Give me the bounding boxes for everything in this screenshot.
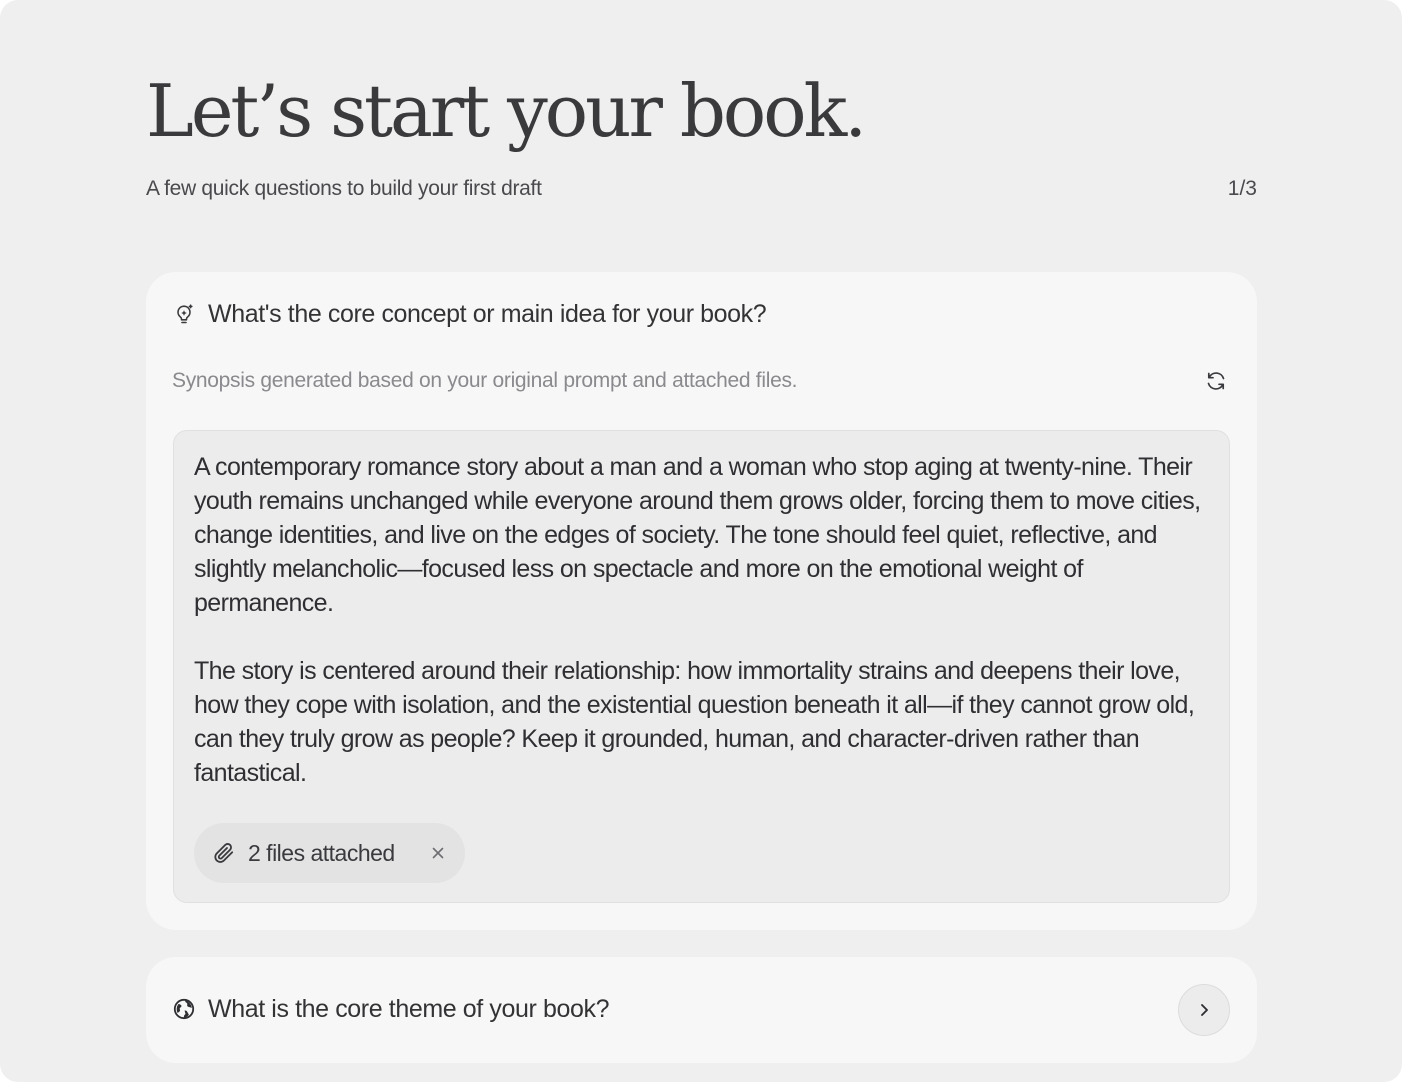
onboarding-page: Let’s start your book. A few quick quest… — [0, 0, 1402, 1082]
regenerate-button[interactable] — [1201, 366, 1231, 396]
synopsis-hint-row: Synopsis generated based on your origina… — [172, 366, 1231, 396]
refresh-icon — [1207, 372, 1225, 390]
synopsis-hint: Synopsis generated based on your origina… — [172, 369, 798, 392]
question-header[interactable]: What's the core concept or main idea for… — [172, 298, 767, 330]
attachments-chip[interactable]: 2 files attached — [194, 823, 465, 883]
chevron-right-icon — [1201, 1004, 1208, 1016]
paperclip-icon — [212, 841, 236, 865]
globe-icon — [172, 997, 196, 1021]
question-card-concept: What's the core concept or main idea for… — [146, 272, 1257, 930]
expand-question-button[interactable] — [1178, 984, 1230, 1036]
step-progress: 1/3 — [1227, 177, 1257, 200]
question-card-theme[interactable]: What is the core theme of your book? — [146, 957, 1257, 1063]
question-text: What is the core theme of your book? — [208, 995, 610, 1023]
lightbulb-sparkle-icon — [172, 302, 196, 326]
page-title: Let’s start your book. — [146, 69, 867, 153]
synopsis-paragraph: The story is centered around their relat… — [194, 657, 1195, 787]
synopsis-paragraph: A contemporary romance story about a man… — [194, 453, 1201, 617]
attachments-label: 2 files attached — [248, 840, 395, 866]
close-icon — [432, 847, 444, 859]
synopsis-textarea[interactable]: A contemporary romance story about a man… — [173, 430, 1230, 903]
question-text: What's the core concept or main idea for… — [208, 300, 767, 328]
question-header: What is the core theme of your book? — [172, 993, 609, 1025]
page-subtitle: A few quick questions to build your firs… — [146, 177, 542, 200]
remove-attachments-button[interactable] — [427, 842, 449, 864]
